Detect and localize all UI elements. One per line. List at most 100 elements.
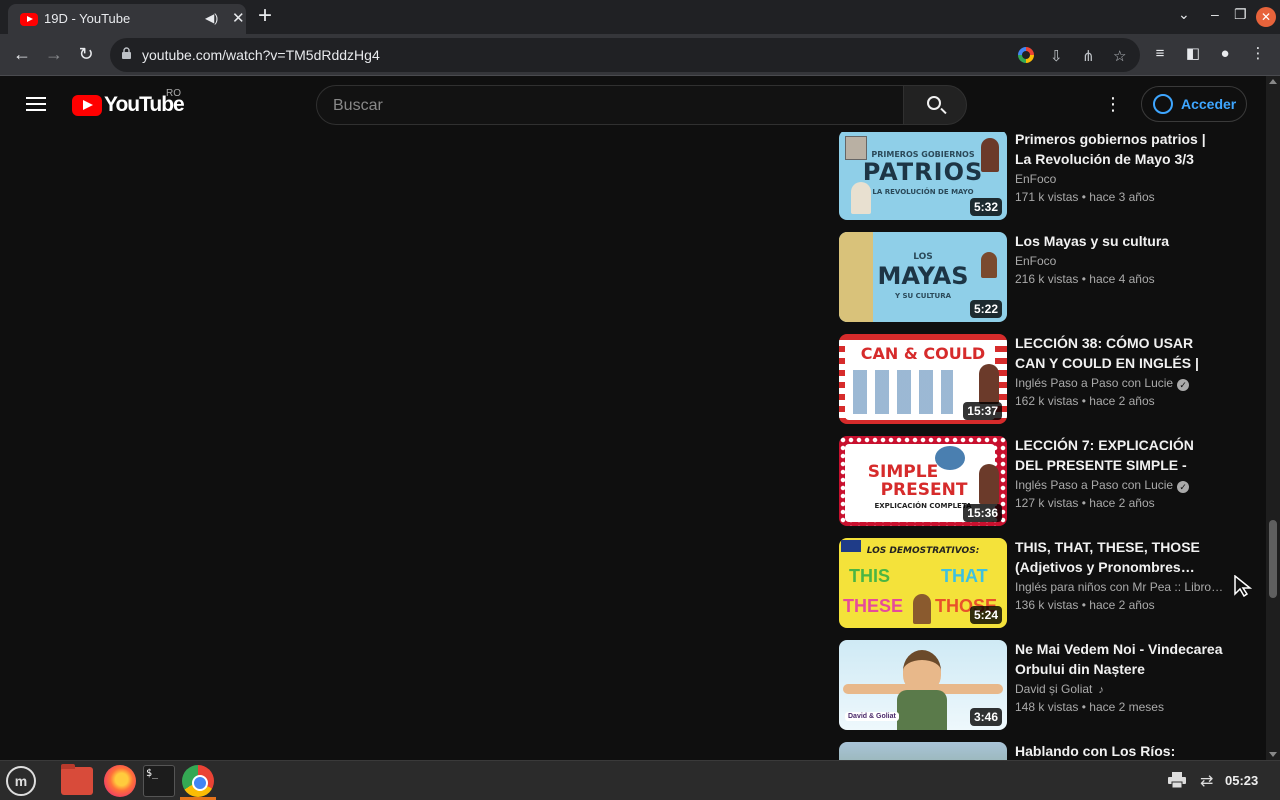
mouse-cursor-icon <box>1234 575 1252 597</box>
scrollbar-thumb[interactable] <box>1269 520 1277 598</box>
side-panel-icon[interactable]: ◧ <box>1181 42 1205 66</box>
video-title[interactable]: LECCIÓN 7: EXPLICACIÓN DEL PRESENTE SIMP… <box>1015 435 1223 475</box>
list-item[interactable]: LOS MAYAS Y SU CULTURA 5:22 Los Mayas y … <box>839 232 1249 324</box>
video-title[interactable]: Ne Mai Vedem Noi - Vindecarea Orbului di… <box>1015 639 1223 679</box>
install-app-icon[interactable]: ⇩ <box>1050 47 1063 65</box>
view-count: 127 k vistas <box>1015 496 1079 510</box>
settings-kebab-icon[interactable]: ⋮ <box>1103 92 1123 116</box>
video-title[interactable]: Primeros gobiernos patrios | La Revoluci… <box>1015 132 1223 169</box>
media-control-icon[interactable]: ≡ <box>1148 42 1172 66</box>
browser-tab[interactable]: 19D - YouTube ◀) ✕ <box>8 4 246 34</box>
chrome-menu-icon[interactable]: ⋮ <box>1246 42 1270 66</box>
list-item[interactable]: SIMPLE PRESENT EXPLICACIÓN COMPLETA 15:3… <box>839 436 1249 528</box>
channel-name[interactable]: David și Goliat ♪ <box>1015 682 1225 696</box>
tab-search-chevron-icon[interactable]: ⌄ <box>1178 6 1190 23</box>
scroll-up-icon[interactable] <box>1269 79 1277 84</box>
reload-icon[interactable]: ↻ <box>74 42 98 66</box>
search-input[interactable]: Buscar <box>316 85 904 125</box>
video-duration: 3:46 <box>969 708 1002 726</box>
video-meta: 136 k vistas • hace 2 años <box>1015 598 1155 612</box>
meta-separator: • <box>1081 700 1086 714</box>
list-item[interactable]: LOS DEMOSTRATIVOS: THIS THAT THESE THOSE… <box>839 538 1249 630</box>
channel-label: Inglés Paso a Paso con Lucie <box>1015 478 1174 492</box>
mint-menu-icon[interactable]: m <box>6 766 36 796</box>
view-count: 136 k vistas <box>1015 598 1079 612</box>
google-lens-icon[interactable] <box>1018 47 1034 63</box>
menu-hamburger-icon[interactable] <box>26 97 46 111</box>
upload-age: hace 2 meses <box>1089 700 1164 714</box>
search-placeholder: Buscar <box>333 97 383 114</box>
view-count: 171 k vistas <box>1015 190 1079 204</box>
share-icon[interactable]: ⋔ <box>1082 47 1095 65</box>
video-thumbnail[interactable]: LOS MAYAS Y SU CULTURA 5:22 <box>839 232 1007 322</box>
video-title[interactable]: Hablando con Los Ríos: <box>1015 741 1223 760</box>
channel-label: David și Goliat <box>1015 682 1093 696</box>
maximize-icon[interactable]: ❐ <box>1234 6 1247 23</box>
sign-in-button[interactable]: Acceder <box>1141 86 1247 122</box>
tab-audio-icon[interactable]: ◀) <box>205 11 218 25</box>
video-meta: 148 k vistas • hace 2 meses <box>1015 700 1164 714</box>
verified-icon: ✓ <box>1177 379 1190 391</box>
upload-age: hace 2 años <box>1089 394 1155 408</box>
account-icon <box>1153 94 1173 114</box>
video-thumbnail[interactable]: David & Goliat 3:46 <box>839 640 1007 730</box>
terminal-icon[interactable]: $_ <box>143 765 175 797</box>
video-thumbnail[interactable]: CAN & COULD 15:37 <box>839 334 1007 424</box>
video-thumbnail[interactable]: SIMPLE PRESENT EXPLICACIÓN COMPLETA 15:3… <box>839 436 1007 526</box>
list-item[interactable]: CAN & COULD 15:37 LECCIÓN 38: CÓMO USAR … <box>839 334 1249 426</box>
firefox-icon[interactable] <box>104 765 136 797</box>
channel-name[interactable]: Inglés para niños con Mr Pea :: Libro… <box>1015 580 1225 594</box>
youtube-header: YouTube RO Buscar ⋮ Acceder <box>0 76 1266 132</box>
upload-age: hace 2 años <box>1089 496 1155 510</box>
sign-in-label: Acceder <box>1181 96 1237 112</box>
character-head-illustration <box>903 650 941 692</box>
video-thumbnail[interactable] <box>839 742 1007 760</box>
tab-title: 19D - YouTube <box>44 11 131 26</box>
files-folder-icon[interactable] <box>61 764 93 795</box>
video-title[interactable]: Los Mayas y su cultura <box>1015 231 1223 251</box>
region-code: RO <box>166 88 181 99</box>
address-bar[interactable]: youtube.com/watch?v=TM5dRddzHg4 ⇩ ⋔ ☆ <box>110 38 1140 72</box>
video-title[interactable]: THIS, THAT, THESE, THOSE (Adjetivos y Pr… <box>1015 537 1223 577</box>
youtube-logo-icon[interactable] <box>72 95 102 116</box>
video-thumbnail[interactable]: LOS DEMOSTRATIVOS: THIS THAT THESE THOSE… <box>839 538 1007 628</box>
list-item[interactable]: PRIMEROS GOBIERNOS PATRIOS LA REVOLUCIÓN… <box>839 132 1249 222</box>
profile-icon[interactable]: ● <box>1213 42 1237 66</box>
network-icon[interactable]: ⇄ <box>1200 771 1213 791</box>
os-taskbar: m $_ ⇄ 05:23 <box>0 760 1280 800</box>
channel-name[interactable]: Inglés Paso a Paso con Lucie ✓ <box>1015 478 1225 493</box>
tab-close-icon[interactable]: ✕ <box>232 9 245 27</box>
forward-arrow-icon[interactable]: → <box>42 42 66 66</box>
channel-name[interactable]: Inglés Paso a Paso con Lucie ✓ <box>1015 376 1225 391</box>
close-window-icon[interactable]: ✕ <box>1256 7 1276 27</box>
new-tab-button[interactable]: + <box>258 3 272 29</box>
scroll-down-icon[interactable] <box>1269 752 1277 757</box>
meta-separator: • <box>1081 190 1086 204</box>
minimize-icon[interactable]: – <box>1211 6 1219 22</box>
back-arrow-icon[interactable]: ← <box>10 42 34 66</box>
video-meta: 216 k vistas • hace 4 años <box>1015 272 1155 286</box>
channel-name[interactable]: EnFoco <box>1015 172 1225 186</box>
search-button[interactable] <box>903 85 967 125</box>
video-meta: 162 k vistas • hace 2 años <box>1015 394 1155 408</box>
meta-separator: • <box>1081 598 1086 612</box>
video-duration: 5:22 <box>969 300 1002 318</box>
channel-name[interactable]: EnFoco <box>1015 254 1225 268</box>
meta-separator: • <box>1081 496 1086 510</box>
related-videos-list: PRIMEROS GOBIERNOS PATRIOS LA REVOLUCIÓN… <box>0 132 1266 760</box>
printer-icon[interactable] <box>1168 772 1186 788</box>
thumbnail-text: CAN & COULD <box>860 344 986 363</box>
list-item[interactable]: Hablando con Los Ríos: <box>839 742 1249 760</box>
video-thumbnail[interactable]: PRIMEROS GOBIERNOS PATRIOS LA REVOLUCIÓN… <box>839 132 1007 220</box>
clock[interactable]: 05:23 <box>1225 773 1258 788</box>
lock-icon[interactable] <box>122 47 131 59</box>
page-scrollbar[interactable] <box>1266 76 1280 760</box>
chrome-icon[interactable] <box>182 765 214 797</box>
bookmark-star-icon[interactable]: ☆ <box>1113 47 1126 65</box>
video-title[interactable]: LECCIÓN 38: CÓMO USAR CAN Y COULD EN ING… <box>1015 333 1223 373</box>
url-text[interactable]: youtube.com/watch?v=TM5dRddzHg4 <box>142 47 380 63</box>
character-body-illustration <box>897 690 947 730</box>
search-icon <box>927 96 941 110</box>
list-item[interactable]: David & Goliat 3:46 Ne Mai Vedem Noi - V… <box>839 640 1249 732</box>
meta-separator: • <box>1081 394 1086 408</box>
